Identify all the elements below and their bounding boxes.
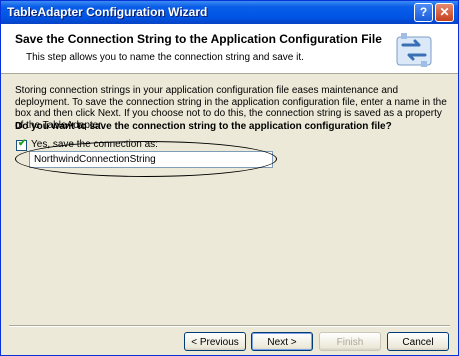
page-subtitle: This step allows you to name the connect… [26, 52, 304, 63]
save-connection-label[interactable]: Yes, save the connection as: [31, 139, 158, 150]
title-bar[interactable]: TableAdapter Configuration Wizard ? ✕ [1, 1, 458, 24]
save-question: Do you want to save the connection strin… [15, 121, 392, 132]
checkmark-icon: ✔ [18, 138, 27, 149]
save-connection-checkbox[interactable]: ✔ [16, 138, 27, 151]
wizard-refresh-icon [396, 33, 432, 67]
next-button[interactable]: Next > [251, 332, 313, 351]
close-button[interactable]: ✕ [435, 3, 454, 22]
page-title: Save the Connection String to the Applic… [15, 32, 382, 46]
window-title: TableAdapter Configuration Wizard [7, 5, 208, 19]
cancel-button[interactable]: Cancel [387, 332, 449, 351]
help-button[interactable]: ? [414, 3, 433, 22]
wizard-header: Save the Connection String to the Applic… [1, 24, 458, 74]
wizard-window: TableAdapter Configuration Wizard ? ✕ Sa… [0, 0, 459, 356]
footer-divider [9, 325, 450, 327]
previous-button[interactable]: < Previous [184, 332, 246, 351]
finish-button[interactable]: Finish [319, 332, 381, 351]
connection-name-input[interactable] [29, 151, 273, 168]
